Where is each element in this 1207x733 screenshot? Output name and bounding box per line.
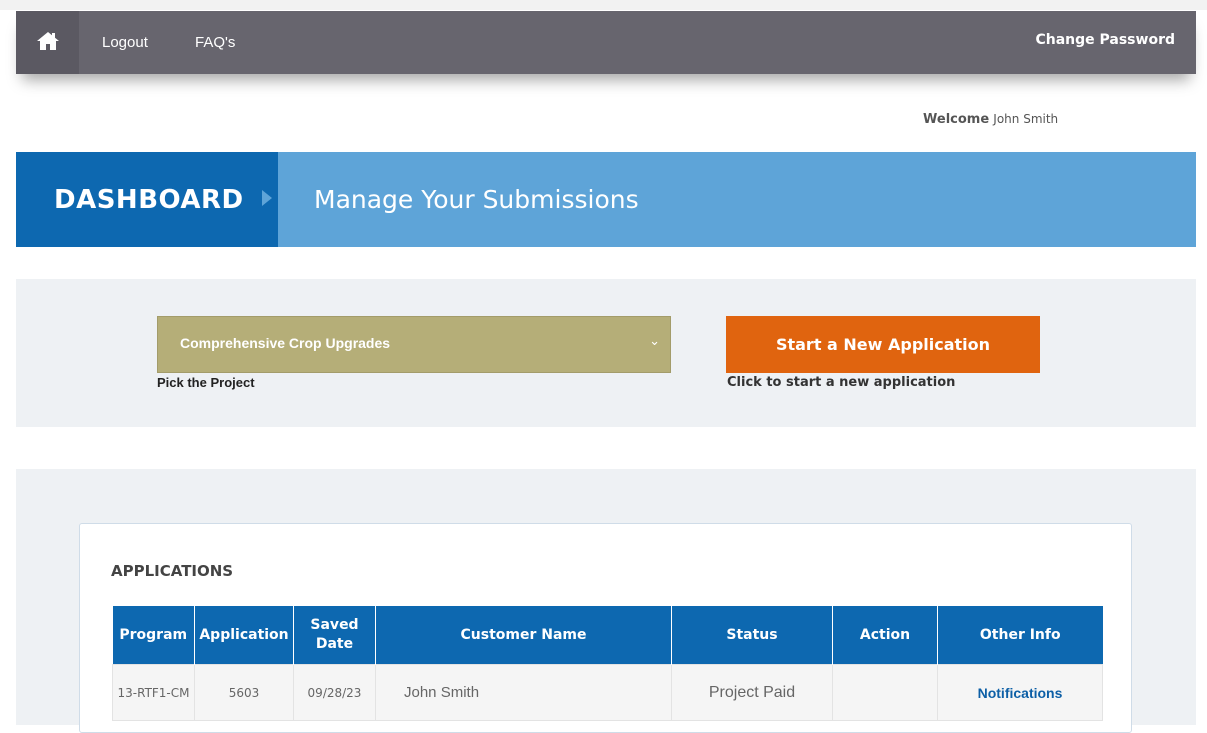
cell-application: 5603 bbox=[194, 664, 294, 721]
home-button[interactable] bbox=[16, 11, 79, 74]
home-icon bbox=[36, 30, 60, 56]
welcome-user-name: John Smith bbox=[993, 112, 1059, 126]
column-header-program[interactable]: Program bbox=[112, 606, 195, 665]
table-row: 13-RTF1-CM 5603 09/28/23 John Smith Proj… bbox=[112, 664, 1103, 721]
start-application-button[interactable]: Start a New Application bbox=[726, 316, 1040, 373]
column-header-status[interactable]: Status bbox=[671, 606, 833, 665]
start-application-hint: Click to start a new application bbox=[727, 375, 956, 390]
column-header-saved-date[interactable]: Saved Date bbox=[293, 606, 376, 665]
cell-action bbox=[832, 664, 938, 721]
faq-link[interactable]: FAQ's bbox=[195, 34, 235, 51]
top-navbar: Logout FAQ's Change Password bbox=[16, 11, 1196, 74]
column-header-action[interactable]: Action bbox=[832, 606, 938, 665]
page-title: DASHBOARD bbox=[54, 185, 244, 215]
banner-title-block: DASHBOARD bbox=[16, 152, 278, 247]
top-strip bbox=[0, 0, 1207, 10]
welcome-message: Welcome John Smith bbox=[923, 112, 1058, 127]
applications-title: APPLICATIONS bbox=[111, 562, 234, 580]
applications-table: Program Application Saved Date Customer … bbox=[112, 606, 1103, 721]
chevron-down-icon: ⌄ bbox=[649, 334, 660, 349]
cell-customer-name: John Smith bbox=[375, 664, 672, 721]
table-header-row: Program Application Saved Date Customer … bbox=[112, 606, 1103, 665]
column-header-other-info[interactable]: Other Info bbox=[937, 606, 1103, 665]
applications-panel: APPLICATIONS Program Application Saved D… bbox=[16, 469, 1196, 733]
cell-status: Project Paid bbox=[671, 664, 833, 721]
dashboard-banner: DASHBOARD Manage Your Submissions bbox=[16, 152, 1196, 247]
banner-notch bbox=[262, 190, 272, 206]
project-select-label: Pick the Project bbox=[157, 375, 255, 390]
project-select[interactable]: Comprehensive Crop Upgrades ⌄ bbox=[157, 316, 671, 373]
cell-other-info: Notifications bbox=[937, 664, 1103, 721]
change-password-link[interactable]: Change Password bbox=[1035, 32, 1175, 48]
column-header-application[interactable]: Application bbox=[194, 606, 294, 665]
project-select-value: Comprehensive Crop Upgrades bbox=[180, 335, 391, 351]
project-panel: Comprehensive Crop Upgrades ⌄ Pick the P… bbox=[16, 279, 1196, 427]
notifications-link[interactable]: Notifications bbox=[978, 685, 1063, 701]
welcome-label: Welcome bbox=[923, 112, 990, 127]
applications-card: APPLICATIONS Program Application Saved D… bbox=[79, 523, 1132, 733]
cell-program: 13-RTF1-CM bbox=[112, 664, 195, 721]
page-subtitle: Manage Your Submissions bbox=[314, 185, 639, 214]
logout-link[interactable]: Logout bbox=[102, 34, 148, 51]
column-header-customer-name[interactable]: Customer Name bbox=[375, 606, 672, 665]
cell-saved-date: 09/28/23 bbox=[293, 664, 376, 721]
